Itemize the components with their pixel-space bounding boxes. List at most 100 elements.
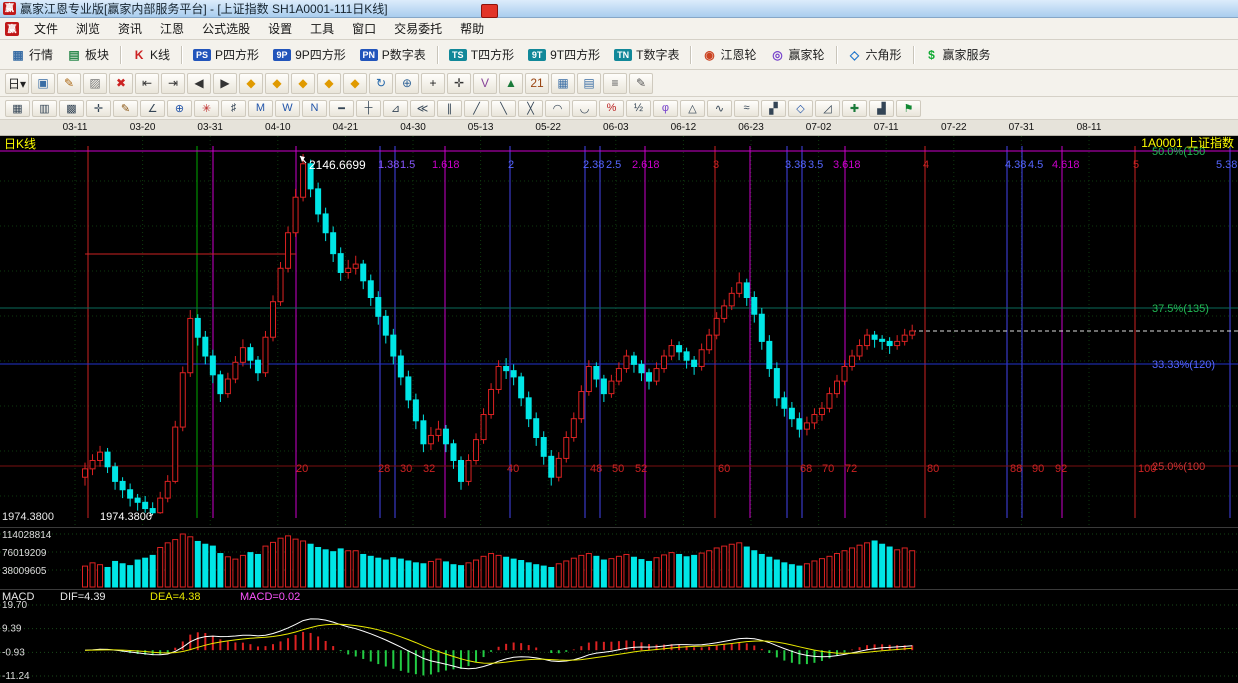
block-tool-icon[interactable]: ▟ xyxy=(869,99,894,117)
zoom-in-icon[interactable]: + xyxy=(421,72,445,94)
gann-diamond-3-icon[interactable]: ◆ xyxy=(291,72,315,94)
phi-tool-icon[interactable]: φ xyxy=(653,99,678,117)
menu-item-6[interactable]: 工具 xyxy=(301,17,343,40)
gann-diamond-4-icon[interactable]: ◆ xyxy=(317,72,341,94)
titlebar[interactable]: 赢 赢家江恩专业版[赢家内部服务平台] - [上证指数 SH1A0001-111… xyxy=(0,0,1238,18)
gann-diamond-2-icon[interactable]: ◆ xyxy=(265,72,289,94)
feature-button-quotes[interactable]: ▦ 行情 xyxy=(4,42,60,67)
refresh-icon[interactable]: ↻ xyxy=(369,72,393,94)
n-pattern-icon[interactable]: N xyxy=(302,99,327,117)
parallel-tool-icon[interactable]: ∥ xyxy=(437,99,462,117)
w-pattern-icon[interactable]: W xyxy=(275,99,300,117)
svg-text:25.0%(100: 25.0%(100 xyxy=(1152,461,1205,473)
panel-tool-icon[interactable]: ▩ xyxy=(59,99,84,117)
jump-last-icon[interactable]: ⇥ xyxy=(161,72,185,94)
shade-tool-icon[interactable]: ▞ xyxy=(761,99,786,117)
menu-item-5[interactable]: 设置 xyxy=(259,17,301,40)
menu-item-3[interactable]: 江恩 xyxy=(151,17,193,40)
svg-text:4.38: 4.38 xyxy=(1005,159,1026,171)
feature-button-t-square[interactable]: TS T四方形 xyxy=(442,42,521,67)
square-21-icon[interactable]: 21 xyxy=(525,72,549,94)
svg-text:20: 20 xyxy=(296,463,308,475)
svg-text:68: 68 xyxy=(800,463,812,475)
diagonal-up-icon[interactable]: ╱ xyxy=(464,99,489,117)
menu-item-4[interactable]: 公式选股 xyxy=(193,17,259,40)
menu-item-1[interactable]: 浏览 xyxy=(67,17,109,40)
crosshair-icon[interactable]: ✛ xyxy=(447,72,471,94)
date-tick-06-23: 06-23 xyxy=(738,122,764,133)
m-pattern-icon[interactable]: M xyxy=(248,99,273,117)
menu-item-7[interactable]: 窗口 xyxy=(343,17,385,40)
new-chart-icon[interactable]: ▣ xyxy=(31,72,55,94)
draw-brush-icon[interactable]: ✎ xyxy=(57,72,81,94)
percent-tool-icon[interactable]: % xyxy=(599,99,624,117)
chevrons-tool-icon[interactable]: ≪ xyxy=(410,99,435,117)
wedge-tool-icon[interactable]: ⊿ xyxy=(383,99,408,117)
feature-button-p-number-table[interactable]: PN P数字表 xyxy=(353,42,433,67)
hline-tool-icon[interactable]: ━ xyxy=(329,99,354,117)
date-tick-07-11: 07-11 xyxy=(873,122,899,133)
circle-tool-icon[interactable]: ⊕ xyxy=(167,99,192,117)
period-selector-icon[interactable]: 日▾ xyxy=(5,72,29,94)
feature-button-kline[interactable]: K K线 xyxy=(125,42,177,67)
next-bar-icon[interactable]: ▶ xyxy=(213,72,237,94)
gann-diamond-1-icon[interactable]: ◆ xyxy=(239,72,263,94)
diamond-tool-icon[interactable]: ◇ xyxy=(788,99,813,117)
plus-tool-icon[interactable]: ✚ xyxy=(842,99,867,117)
wave-tool-icon[interactable]: ∿ xyxy=(707,99,732,117)
feature-button-hexagon[interactable]: ◇ 六角形 xyxy=(841,42,909,67)
feature-button-sectors[interactable]: ▤ 板块 xyxy=(60,42,116,67)
feature-button-9t-square[interactable]: 9T 9T四方形 xyxy=(521,42,607,67)
chart-area[interactable]: 1.38 1.5 1.618 2 2.38 2.5 2.618 3 3.38 3.5 3.618 4 4… xyxy=(0,136,1238,683)
volume-tool-icon[interactable]: V xyxy=(473,72,497,94)
gann-diamond-5-icon[interactable]: ◆ xyxy=(343,72,367,94)
feature-button-9p-square[interactable]: 9P 9P四方形 xyxy=(266,42,353,67)
star-tool-icon[interactable]: ✳ xyxy=(194,99,219,117)
edit-icon[interactable]: ✎ xyxy=(629,72,653,94)
menu-item-9[interactable]: 帮助 xyxy=(451,17,493,40)
arc-down-icon[interactable]: ◡ xyxy=(572,99,597,117)
prev-bar-icon[interactable]: ◀ xyxy=(187,72,211,94)
quotes-icon: ▦ xyxy=(12,47,24,62)
main-kline-chart[interactable]: 1.38 1.5 1.618 2 2.38 2.5 2.618 3 3.38 3.5 3.618 4 4… xyxy=(0,136,1238,527)
trend-tool-icon[interactable]: ▲ xyxy=(499,72,523,94)
svg-text:1.618: 1.618 xyxy=(432,159,460,171)
feature-button-t-number-table[interactable]: TN T数字表 xyxy=(607,42,686,67)
cross-lines-icon[interactable]: ╳ xyxy=(518,99,543,117)
cross-tool-icon[interactable]: ┼ xyxy=(356,99,381,117)
pencil-tool-icon[interactable]: ✎ xyxy=(113,99,138,117)
svg-text:2.5: 2.5 xyxy=(606,159,621,171)
triangle-tool-icon[interactable]: △ xyxy=(680,99,705,117)
move-tool-icon[interactable]: ✛ xyxy=(86,99,111,117)
matrix-icon[interactable]: ▦ xyxy=(551,72,575,94)
diagonal-down-icon[interactable]: ╲ xyxy=(491,99,516,117)
gann-circle-icon[interactable]: ⊕ xyxy=(395,72,419,94)
menu-item-2[interactable]: 资讯 xyxy=(109,17,151,40)
feature-button-p-square[interactable]: PS P四方形 xyxy=(186,42,266,67)
svg-text:-11.24: -11.24 xyxy=(2,671,30,682)
flag-tool-icon[interactable]: ⚑ xyxy=(896,99,921,117)
macd-panel[interactable]: 19.709.39-0.93-11.24MACD DIF=4.39 DEA=4.38… xyxy=(0,589,1238,683)
menu-item-0[interactable]: 文件 xyxy=(25,17,67,40)
pattern-fill-icon[interactable]: ▨ xyxy=(83,72,107,94)
delete-drawing-icon[interactable]: ✖ xyxy=(109,72,133,94)
volume-panel[interactable]: 114028814 76019209 38009605 xyxy=(0,527,1238,589)
svg-text:1.38: 1.38 xyxy=(378,159,399,171)
arc-up-icon[interactable]: ◠ xyxy=(545,99,570,117)
feature-button-gann-wheel[interactable]: ◉ 江恩轮 xyxy=(695,42,763,67)
date-tick-06-12: 06-12 xyxy=(670,122,697,133)
table-icon[interactable]: ▤ xyxy=(577,72,601,94)
feature-label-9p-square: 9P四方形 xyxy=(295,48,346,62)
angle-tool-icon[interactable]: ∠ xyxy=(140,99,165,117)
calc-icon[interactable]: ≡ xyxy=(603,72,627,94)
feature-button-winner-service[interactable]: $ 赢家服务 xyxy=(918,42,998,67)
grid-tool-icon[interactable]: ▦ xyxy=(5,99,30,117)
jump-first-icon[interactable]: ⇤ xyxy=(135,72,159,94)
corner-tool-icon[interactable]: ◿ xyxy=(815,99,840,117)
grid2-tool-icon[interactable]: ▥ xyxy=(32,99,57,117)
hash-tool-icon[interactable]: ♯ xyxy=(221,99,246,117)
approx-tool-icon[interactable]: ≈ xyxy=(734,99,759,117)
menu-item-8[interactable]: 交易委托 xyxy=(385,17,451,40)
half-tool-icon[interactable]: ½ xyxy=(626,99,651,117)
feature-button-winner-wheel[interactable]: ◎ 赢家轮 xyxy=(763,42,831,67)
